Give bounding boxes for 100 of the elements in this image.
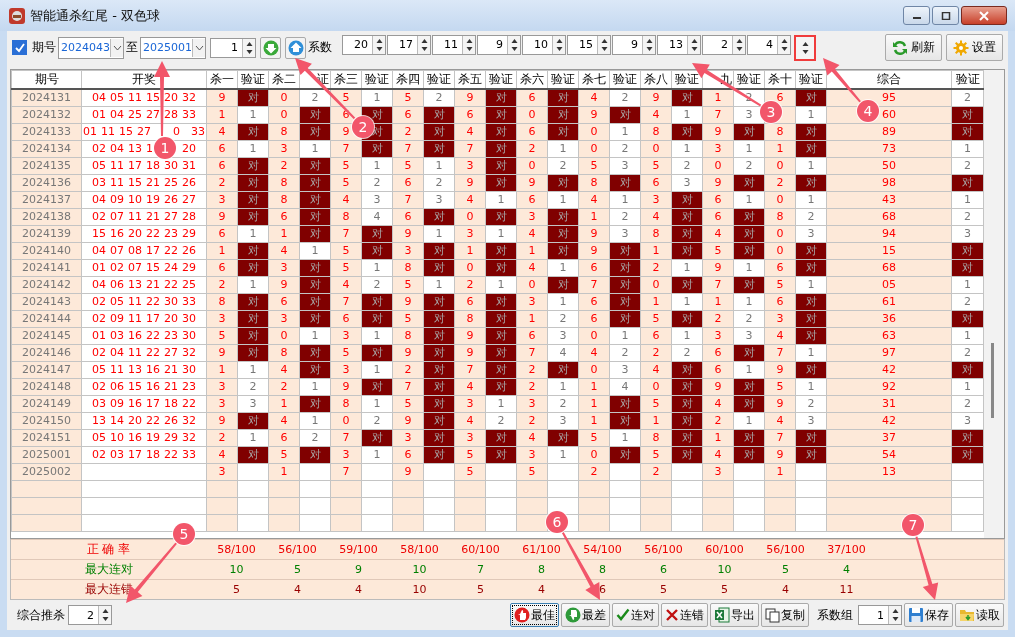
coefficient-spinner[interactable]: 9 xyxy=(612,34,656,55)
column-header[interactable]: 杀四 xyxy=(392,70,424,89)
refresh-icon xyxy=(892,39,908,56)
coefficient-spinner[interactable]: 10 xyxy=(522,34,566,55)
action-button[interactable]: 最差 xyxy=(561,603,610,628)
close-button[interactable] xyxy=(961,6,1007,25)
from-combo[interactable]: 2024043 xyxy=(58,36,124,59)
toolbar-button[interactable]: 刷新 xyxy=(885,34,942,62)
thumbs-up-icon xyxy=(514,607,530,624)
stat-value: 5 xyxy=(476,583,485,597)
stat-value: 5 xyxy=(659,583,668,597)
column-header[interactable]: 验证 xyxy=(547,70,579,89)
step-spinner[interactable]: 1 xyxy=(210,37,256,58)
ball-number: 07 xyxy=(110,210,124,224)
ball-number: 20 xyxy=(128,414,142,428)
ball-number: 15 xyxy=(146,91,160,105)
down-button[interactable] xyxy=(260,36,281,59)
ball-number: 16 xyxy=(146,363,160,377)
stat-value: 4 xyxy=(781,583,790,597)
coefficient-spinner[interactable]: 9 xyxy=(477,34,521,55)
ball-number: 02 xyxy=(92,346,106,360)
ball-number: 22 xyxy=(146,346,160,360)
ball-number: 15 xyxy=(128,176,142,190)
file-button[interactable]: 读取 xyxy=(955,603,1004,628)
column-header[interactable]: 杀三 xyxy=(330,70,362,89)
stat-value: 10 xyxy=(411,583,428,597)
column-header[interactable]: 综合 xyxy=(826,70,952,89)
coefficient-spinner[interactable]: 15 xyxy=(567,34,611,55)
scrollbar[interactable] xyxy=(984,69,1004,539)
maximize-button[interactable] xyxy=(932,6,959,25)
ball-number: 09 xyxy=(110,193,124,207)
ball-number: 26 xyxy=(182,244,196,258)
period-checkbox[interactable] xyxy=(12,40,27,56)
stat-value: 9 xyxy=(354,563,363,577)
ball-number: 27 xyxy=(182,193,196,207)
action-button[interactable]: 复制 xyxy=(761,603,809,628)
column-header[interactable]: 杀五 xyxy=(454,70,486,89)
column-header[interactable]: 验证 xyxy=(237,70,269,89)
toolbar-button[interactable]: 设置 xyxy=(946,34,1003,62)
coefficient-label: 系数 xyxy=(308,39,332,57)
column-header[interactable]: 杀六 xyxy=(516,70,548,89)
stat-value: 10 xyxy=(716,563,733,577)
ball-number: 07 xyxy=(110,244,124,258)
ball-number: 05 xyxy=(92,363,106,377)
ball-number: 03 xyxy=(110,448,124,462)
column-header[interactable]: 杀八 xyxy=(640,70,672,89)
action-button[interactable]: 导出 xyxy=(710,603,759,628)
column-header[interactable]: 验证 xyxy=(795,70,827,89)
coefficient-spinner[interactable]: 17 xyxy=(387,34,431,55)
coefficient-spinner[interactable]: 20 xyxy=(342,34,386,55)
stat-value: 5 xyxy=(232,583,241,597)
copy-icon xyxy=(765,607,780,623)
stat-value: 56/100 xyxy=(765,543,806,557)
action-button[interactable]: 连错 xyxy=(661,603,708,628)
dropdown-icon[interactable] xyxy=(112,44,122,51)
column-header[interactable]: 验证 xyxy=(361,70,393,89)
ball-number: 26 xyxy=(182,176,196,190)
ball-number: 22 xyxy=(182,397,196,411)
up-button[interactable] xyxy=(285,36,306,59)
combo-label: 综合推杀 xyxy=(17,606,65,624)
column-header[interactable]: 验证 xyxy=(609,70,641,89)
ball-number: 20 xyxy=(164,312,178,326)
column-header[interactable]: 验证 xyxy=(733,70,765,89)
ball-number: 33 xyxy=(182,108,196,122)
to-combo[interactable]: 2025001 xyxy=(140,36,206,59)
ball-number: 04 xyxy=(92,244,106,258)
file-button[interactable]: 保存 xyxy=(904,603,953,628)
column-header[interactable]: 杀十 xyxy=(764,70,796,89)
stat-value: 6 xyxy=(598,583,607,597)
column-header[interactable]: 杀七 xyxy=(578,70,610,89)
checkmark-icon xyxy=(14,42,25,54)
coefficient-spinner[interactable]: 11 xyxy=(432,34,476,55)
thumbs-down-icon xyxy=(565,607,581,624)
action-button[interactable]: 最佳 xyxy=(510,603,559,628)
column-header[interactable]: 杀二 xyxy=(268,70,300,89)
coefficient-spinner[interactable]: 2 xyxy=(702,34,746,55)
column-header[interactable]: 杀一 xyxy=(206,70,238,89)
ball-number: 11 xyxy=(128,210,142,224)
minimize-button[interactable] xyxy=(903,6,930,25)
ball-number: 0 xyxy=(173,125,181,139)
ball-number: 27 xyxy=(137,125,151,139)
spreadsheet-icon xyxy=(714,607,730,624)
group-spinner[interactable]: 1 xyxy=(858,605,902,626)
ball-number: 28 xyxy=(182,210,196,224)
ball-number: 06 xyxy=(110,278,124,292)
coefficient-spinner[interactable]: 4 xyxy=(747,34,791,55)
ball-number: 32 xyxy=(182,91,196,105)
ball-number: 24 xyxy=(164,261,178,275)
coefficient-spinner[interactable]: 13 xyxy=(657,34,701,55)
action-button[interactable]: 连对 xyxy=(612,603,659,628)
column-header[interactable]: 验证 xyxy=(423,70,455,89)
ball-number: 04 xyxy=(92,91,106,105)
dropdown-icon[interactable] xyxy=(194,44,204,51)
column-header[interactable]: 验证 xyxy=(485,70,517,89)
column-header[interactable]: 期号 xyxy=(11,70,82,89)
column-header[interactable]: 验证 xyxy=(951,70,984,89)
ball-number: 16 xyxy=(128,431,142,445)
ball-number: 04 xyxy=(110,142,124,156)
combo-spinner[interactable]: 2 xyxy=(68,605,112,626)
column-header[interactable]: 开奖 xyxy=(81,70,207,89)
